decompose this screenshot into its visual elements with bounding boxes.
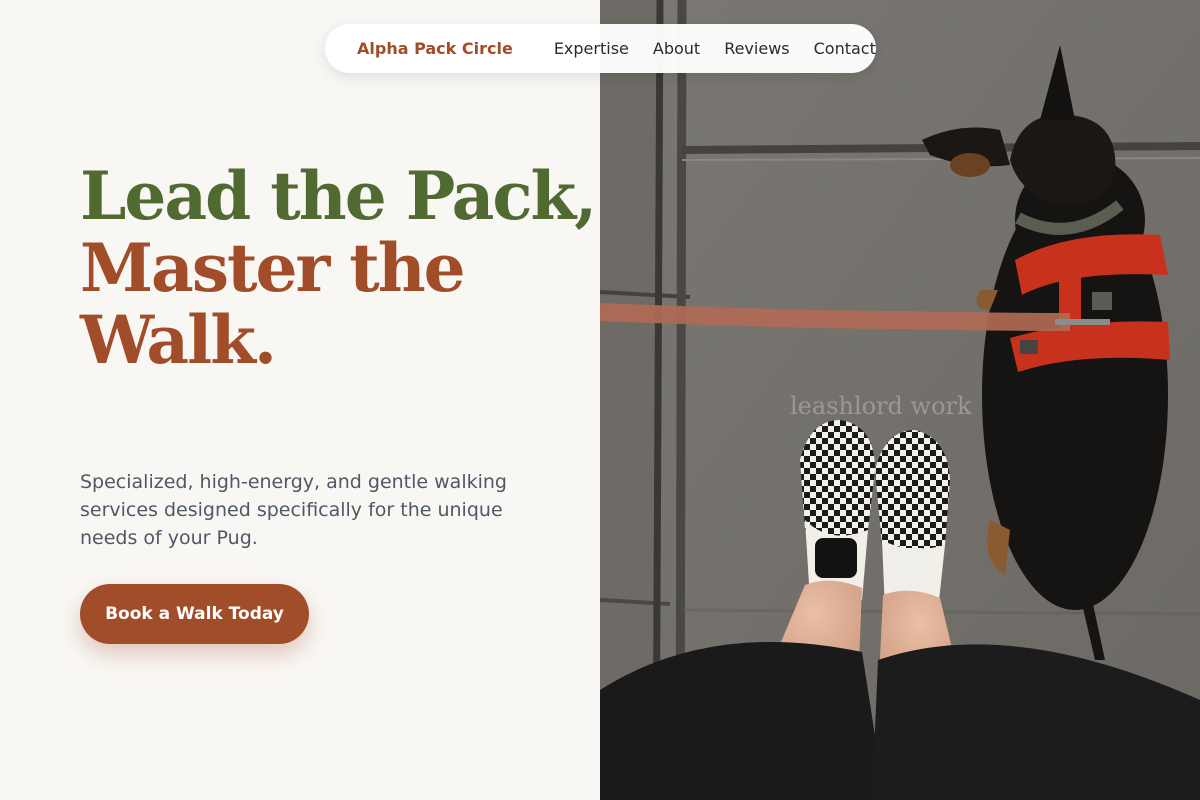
landing-page: Lead the Pack, Master the Walk. Speciali… — [0, 0, 1200, 800]
nav-link-about[interactable]: About — [653, 39, 700, 58]
hero-headline: Lead the Pack, Master the Walk. — [80, 160, 600, 376]
photo-watermark: leashlord work — [790, 392, 972, 420]
headline-line-1: Lead the Pack, — [80, 157, 597, 235]
book-walk-button[interactable]: Book a Walk Today — [80, 584, 309, 644]
top-navigation: Alpha Pack Circle Expertise About Review… — [325, 24, 876, 73]
dog-walk-photo: leashlord work — [600, 0, 1200, 800]
brand-logo-link[interactable]: Alpha Pack Circle — [357, 39, 513, 58]
headline-line-2: Master the Walk. — [80, 229, 466, 379]
nav-link-expertise[interactable]: Expertise — [554, 39, 629, 58]
hero-photo: leashlord work — [600, 0, 1200, 800]
nav-link-contact[interactable]: Contact — [814, 39, 876, 58]
nav-link-reviews[interactable]: Reviews — [724, 39, 789, 58]
hero-left-panel: Lead the Pack, Master the Walk. Speciali… — [0, 0, 600, 800]
hero-subtitle: Specialized, high-energy, and gentle wal… — [80, 471, 507, 549]
